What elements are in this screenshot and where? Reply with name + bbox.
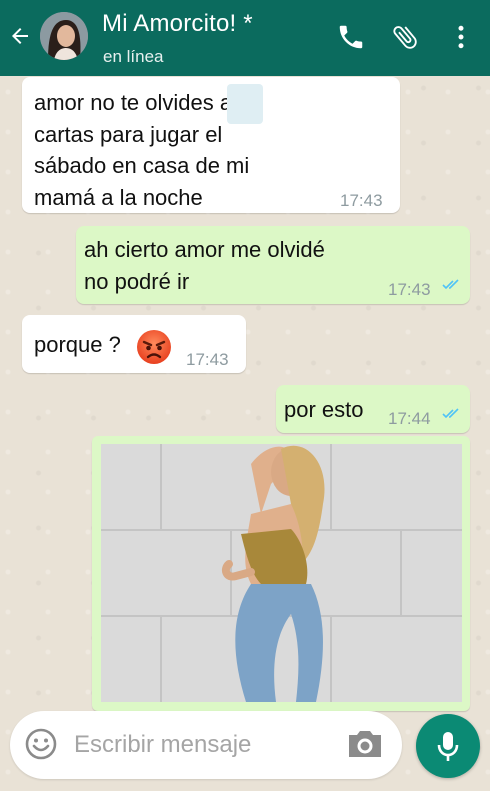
message-bubble-outgoing[interactable]: ah cierto amor me olvidé no podré ir 17:… bbox=[76, 226, 470, 304]
redacted-region bbox=[227, 84, 263, 124]
message-input[interactable]: Escribir mensaje bbox=[74, 731, 251, 759]
message-line: cartas para jugar el bbox=[34, 121, 223, 147]
message-line: no podré ir bbox=[84, 268, 190, 294]
message-text: porque ? bbox=[34, 332, 121, 357]
message-text: por esto bbox=[284, 397, 364, 422]
message-bubble-incoming[interactable]: amor no te olvides as cartas para jugar … bbox=[22, 77, 400, 213]
contact-name[interactable]: Mi Amorcito! * bbox=[102, 10, 253, 38]
phone-icon[interactable] bbox=[336, 22, 366, 52]
photo-attachment[interactable] bbox=[101, 444, 462, 702]
chat-header: Mi Amorcito! * en línea bbox=[0, 0, 490, 76]
message-bubble-outgoing[interactable]: por esto 17:44 bbox=[276, 385, 470, 433]
camera-icon[interactable] bbox=[346, 728, 384, 760]
paperclip-icon[interactable] bbox=[390, 22, 420, 52]
emoji-icon[interactable] bbox=[24, 727, 58, 761]
microphone-icon bbox=[437, 732, 459, 761]
read-ticks-icon bbox=[442, 408, 459, 419]
microphone-button[interactable] bbox=[416, 714, 480, 778]
message-line: mamá a la noche bbox=[34, 184, 203, 210]
message-time: 17:43 bbox=[186, 350, 229, 369]
avatar[interactable] bbox=[40, 12, 88, 60]
message-line: sábado en casa de mi bbox=[34, 153, 250, 178]
message-line: ah cierto amor me olvidé bbox=[84, 237, 325, 262]
message-text: ah cierto amor me olvidé no podré ir bbox=[84, 234, 325, 297]
message-text: amor no te olvides as cartas para jugar … bbox=[34, 87, 249, 213]
message-time: 17:43 bbox=[340, 191, 383, 210]
back-arrow-icon[interactable] bbox=[8, 24, 32, 48]
contact-status: en línea bbox=[103, 47, 164, 66]
message-time: 17:43 bbox=[388, 280, 431, 299]
read-ticks-icon bbox=[442, 279, 459, 290]
message-bubble-incoming[interactable]: porque ? 17:43 bbox=[22, 315, 246, 373]
angry-face-emoji-icon bbox=[137, 330, 171, 364]
more-vert-icon[interactable] bbox=[446, 22, 476, 52]
message-line: amor no te olvides as bbox=[34, 90, 244, 115]
message-time: 17:44 bbox=[388, 409, 431, 428]
